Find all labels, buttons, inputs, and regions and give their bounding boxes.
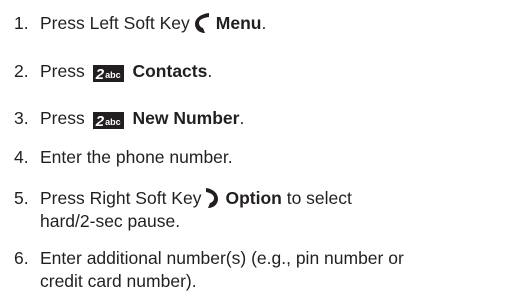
right-soft-key-icon — [205, 187, 219, 214]
step-number: 1. — [14, 13, 29, 33]
key-2abc-icon: 2abc — [92, 65, 124, 83]
step-text: Press Left Soft Key — [40, 13, 190, 33]
step-text-end: to select — [281, 188, 352, 208]
key-2abc-icon: 2abc — [92, 112, 124, 130]
step-5-continuation: hard/2-sec pause. — [40, 211, 181, 231]
step-2: 2. Press 2abc Contacts. — [14, 60, 213, 83]
step-1: 1. Press Left Soft Key Menu. — [14, 12, 266, 39]
step-number: 3. — [14, 108, 29, 128]
step-text: Press — [40, 61, 85, 81]
step-text: Press Right Soft Key — [40, 188, 202, 208]
new-number-label: New Number — [132, 108, 240, 128]
menu-label: Menu — [215, 13, 262, 33]
step-text-end: . — [261, 13, 267, 33]
step-text: Press — [40, 108, 85, 128]
instruction-list: 1. Press Left Soft Key Menu. 2. Press 2abc C… — [0, 0, 528, 297]
step-number: 6. — [14, 248, 29, 268]
step-text-end: . — [239, 108, 245, 128]
step-3: 3. Press 2abc New Number. — [14, 107, 245, 130]
step-text: Enter additional number(s) (e.g., pin nu… — [40, 248, 404, 268]
option-label: Option — [225, 188, 282, 208]
step-4: 4. Enter the phone number. — [14, 146, 233, 168]
step-text-end: . — [207, 61, 213, 81]
step-number: 5. — [14, 188, 29, 208]
step-6-continuation: credit card number). — [40, 271, 197, 291]
step-text: Enter the phone number. — [40, 147, 233, 167]
left-soft-key-icon — [194, 12, 210, 39]
step-number: 2. — [14, 61, 29, 81]
step-6: 6. Enter additional number(s) (e.g., pin … — [14, 247, 404, 269]
contacts-label: Contacts — [132, 61, 208, 81]
step-number: 4. — [14, 147, 29, 167]
